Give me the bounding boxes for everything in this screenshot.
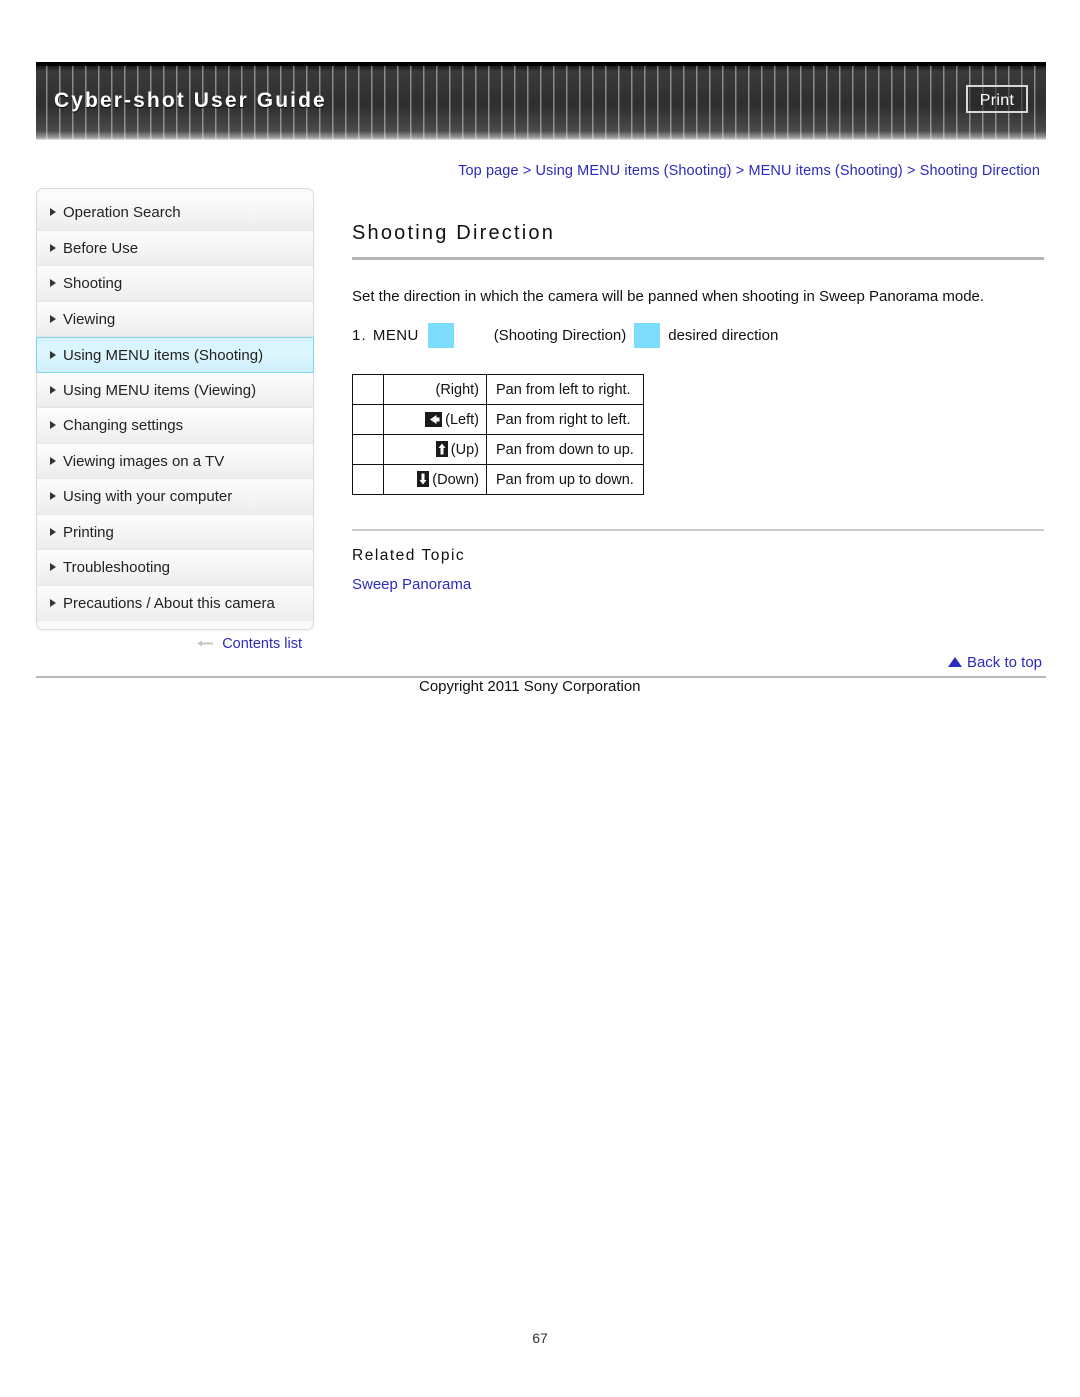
- bullet-arrow-icon: [50, 421, 56, 430]
- step-number: 1.: [352, 327, 367, 344]
- bullet-arrow-icon: [50, 385, 56, 394]
- breadcrumb-separator: >: [522, 163, 532, 179]
- contents-list-label: Contents list: [222, 636, 302, 652]
- sidebar-item-shooting[interactable]: Shooting: [37, 266, 313, 302]
- direction-label: (Right): [435, 381, 479, 398]
- arrow-up-icon: [435, 441, 448, 457]
- table-row: (Left) Pan from right to left.: [352, 404, 644, 435]
- copyright-text: Copyright 2011 Sony Corporation: [419, 678, 641, 695]
- main-content: Shooting Direction Set the direction in …: [352, 222, 1044, 593]
- sidebar-item-label: Using with your computer: [63, 488, 233, 505]
- sidebar-item-before-use[interactable]: Before Use: [37, 230, 313, 266]
- triangle-up-icon: [947, 657, 962, 667]
- bullet-arrow-icon: [50, 279, 56, 288]
- step-middle-label: (Shooting Direction): [493, 327, 627, 344]
- intro-description: Set the direction in which the camera wi…: [352, 288, 985, 305]
- direction-table: (Right) Pan from left to right. (Left) P…: [352, 374, 644, 495]
- arrow-left-icon: [425, 411, 443, 427]
- back-to-top-link[interactable]: Back to top: [947, 654, 1042, 671]
- sidebar-item-label: Viewing images on a TV: [63, 452, 225, 470]
- sidebar-item-precautions-about-this-camera[interactable]: Precautions / About this camera: [37, 585, 313, 621]
- contents-list-link[interactable]: Contents list: [36, 635, 314, 652]
- page-number: 67: [532, 1330, 548, 1346]
- sidebar-item-printing[interactable]: Printing: [37, 514, 313, 550]
- bullet-arrow-icon: [50, 350, 56, 359]
- sidebar-item-label: Using MENU items (Shooting): [63, 347, 264, 364]
- direction-label: (Down): [432, 472, 479, 488]
- table-row: (Down) Pan from up to down.: [352, 464, 644, 495]
- bullet-arrow-icon: [50, 243, 56, 252]
- menu-icon-placeholder: [427, 323, 454, 348]
- step-instruction: 1. MENU (Shooting Direction) desired dir…: [352, 323, 1044, 348]
- bullet-arrow-icon: [50, 314, 56, 323]
- bullet-arrow-icon: [50, 599, 56, 608]
- breadcrumb-item-2[interactable]: MENU items (Shooting): [748, 163, 902, 179]
- table-cell-description: Pan from down to up.: [486, 434, 644, 465]
- step-menu-label: MENU: [372, 327, 419, 344]
- table-row: (Right) Pan from left to right.: [352, 374, 644, 405]
- table-cell-description: Pan from left to right.: [486, 374, 644, 405]
- table-cell-direction: (Up): [383, 434, 487, 465]
- left-arrow-icon: [197, 635, 214, 647]
- sidebar-item-label: Before Use: [63, 239, 139, 257]
- sidebar-nav: Operation Search Before Use Shooting Vie…: [36, 188, 314, 630]
- bullet-arrow-icon: [50, 492, 56, 501]
- page-root: Cyber-shot User Guide Print Top page > U…: [0, 0, 1080, 1397]
- sidebar-item-troubleshooting[interactable]: Troubleshooting: [37, 550, 313, 586]
- sidebar-item-using-menu-items-shooting[interactable]: Using MENU items (Shooting): [36, 337, 314, 373]
- breadcrumb-item-1[interactable]: Using MENU items (Shooting): [535, 163, 731, 179]
- direction-label: (Up): [450, 442, 479, 458]
- direction-icon-placeholder: [634, 323, 661, 348]
- back-to-top-label: Back to top: [966, 654, 1042, 671]
- sidebar-item-using-menu-items-viewing[interactable]: Using MENU items (Viewing): [37, 372, 313, 408]
- direction-label: (Left): [445, 411, 479, 428]
- sidebar-item-label: Troubleshooting: [63, 559, 171, 576]
- table-cell-direction: (Right): [383, 374, 487, 405]
- breadcrumb-separator: >: [735, 163, 745, 179]
- sidebar-item-label: Precautions / About this camera: [63, 594, 275, 612]
- sidebar-item-label: Using MENU items (Viewing): [63, 381, 257, 399]
- step-end-label: desired direction: [668, 327, 779, 344]
- sidebar-item-label: Printing: [63, 523, 114, 541]
- sidebar-item-changing-settings[interactable]: Changing settings: [37, 408, 313, 444]
- related-topic-title: Related Topic: [352, 547, 466, 564]
- sidebar-item-operation-search[interactable]: Operation Search: [37, 195, 313, 231]
- bullet-arrow-icon: [50, 456, 56, 465]
- table-cell-spacer: [352, 464, 384, 495]
- table-cell-direction: (Left): [383, 404, 487, 435]
- sidebar-item-label: Shooting: [63, 275, 123, 292]
- breadcrumb-item-3[interactable]: Shooting Direction: [920, 163, 1040, 179]
- table-cell-description: Pan from up to down.: [486, 464, 644, 495]
- heading-divider: [352, 257, 1044, 260]
- sidebar-item-viewing[interactable]: Viewing: [37, 301, 313, 337]
- bullet-arrow-icon: [50, 563, 56, 572]
- sidebar-item-label: Operation Search: [63, 204, 181, 221]
- related-divider: [352, 529, 1044, 531]
- header-banner: Cyber-shot User Guide Print: [36, 62, 1046, 140]
- table-cell-description: Pan from right to left.: [486, 404, 644, 435]
- bullet-arrow-icon: [50, 527, 56, 536]
- app-title: Cyber-shot User Guide: [54, 89, 327, 112]
- print-button[interactable]: Print: [966, 85, 1028, 113]
- arrow-down-icon: [417, 471, 430, 487]
- related-topic-link-sweep-panorama[interactable]: Sweep Panorama: [352, 576, 1044, 593]
- sidebar-item-using-with-your-computer[interactable]: Using with your computer: [37, 479, 313, 515]
- table-cell-spacer: [352, 374, 384, 405]
- table-cell-spacer: [352, 404, 384, 435]
- breadcrumb: Top page > Using MENU items (Shooting) >…: [458, 163, 1040, 179]
- sidebar-item-viewing-images-on-a-tv[interactable]: Viewing images on a TV: [37, 443, 313, 479]
- table-row: (Up) Pan from down to up.: [352, 434, 644, 465]
- breadcrumb-separator: >: [906, 163, 916, 179]
- sidebar-item-label: Viewing: [63, 310, 116, 328]
- bullet-arrow-icon: [50, 208, 56, 217]
- table-cell-spacer: [352, 434, 384, 465]
- sidebar-item-label: Changing settings: [63, 417, 184, 434]
- breadcrumb-item-0[interactable]: Top page: [458, 163, 518, 179]
- page-title: Shooting Direction: [352, 222, 556, 244]
- table-cell-direction: (Down): [383, 464, 487, 495]
